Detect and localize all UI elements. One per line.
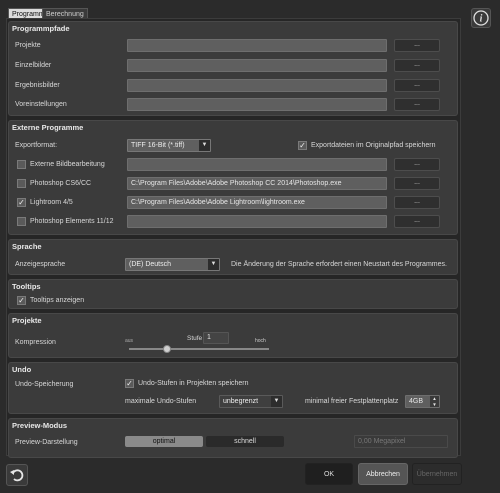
info-button[interactable]: i xyxy=(471,8,491,28)
lightroom-checkbox[interactable]: ✓ xyxy=(17,198,26,207)
section-projekte: Projekte Kompression aus hoch Stufe 1 xyxy=(8,313,458,358)
label-externe-bildbearbeitung: Externe Bildbearbeitung xyxy=(30,161,105,168)
einzelbilder-browse-button[interactable]: ... xyxy=(394,59,440,72)
min-free-space-value: 4GB xyxy=(409,398,424,405)
megapixel-field: 0,00 Megapixel xyxy=(354,435,448,448)
cancel-button[interactable]: Abbrechen xyxy=(358,463,408,485)
exportformat-dropdown[interactable]: TIFF 16-Bit (*.tiff) ▼ xyxy=(127,139,211,152)
section-title: Tooltips xyxy=(12,282,41,291)
section-title: Sprache xyxy=(12,242,42,251)
undo-max-label: maximale Undo-Stufen xyxy=(125,398,197,405)
ok-button[interactable]: OK xyxy=(305,463,353,485)
label-einzelbilder: Einzelbilder xyxy=(15,62,52,69)
stepper-arrows-icon[interactable]: ▲ ▼ xyxy=(430,396,439,407)
export-original-checkbox[interactable]: ✓ xyxy=(298,141,307,150)
compression-slider-track[interactable] xyxy=(129,348,269,350)
externe-bildbearbeitung-browse-button[interactable]: ... xyxy=(394,158,440,171)
section-title: Externe Programme xyxy=(12,123,84,132)
language-value: (DE) Deutsch xyxy=(129,261,172,268)
photoshop-path-field[interactable]: C:\Program Files\Adobe\Adobe Photoshop C… xyxy=(127,177,387,190)
preview-optimal-button[interactable]: optimal xyxy=(125,436,203,447)
section-title: Preview-Modus xyxy=(12,421,68,430)
undo-save-checkbox[interactable]: ✓ xyxy=(125,379,134,388)
tooltips-label: Tooltips anzeigen xyxy=(30,297,85,304)
section-undo: Undo Undo-Speicherung ✓ Undo-Stufen in P… xyxy=(8,362,458,414)
lightroom-browse-button[interactable]: ... xyxy=(394,196,440,209)
section-title: Programmpfade xyxy=(12,24,70,33)
label-lightroom: Lightroom 4/5 xyxy=(30,199,73,206)
language-restart-note: Die Änderung der Sprache erfordert einen… xyxy=(231,261,447,268)
min-free-space-label: minimal freier Festplattenplatz xyxy=(305,398,399,405)
undo-arrow-icon xyxy=(10,469,24,482)
label-anzeigesprache: Anzeigesprache xyxy=(15,261,66,268)
svg-text:i: i xyxy=(480,14,483,25)
chevron-down-icon: ▼ xyxy=(199,140,210,151)
preview-schnell-button[interactable]: schnell xyxy=(206,436,284,447)
einzelbilder-path-field[interactable] xyxy=(127,59,387,72)
externe-bildbearbeitung-path-field[interactable] xyxy=(127,158,387,171)
exportformat-value: TIFF 16-Bit (*.tiff) xyxy=(131,142,185,149)
language-dropdown[interactable]: (DE) Deutsch ▼ xyxy=(125,258,220,271)
photoshop-elements-browse-button[interactable]: ... xyxy=(394,215,440,228)
stufe-value-field[interactable]: 1 xyxy=(203,332,229,344)
label-undo-speicherung: Undo-Speicherung xyxy=(15,381,74,388)
voreinstellungen-path-field[interactable] xyxy=(127,98,387,111)
projekte-path-field[interactable] xyxy=(127,39,387,52)
info-icon: i xyxy=(473,10,489,26)
externe-bildbearbeitung-checkbox[interactable] xyxy=(17,160,26,169)
chevron-down-icon: ▼ xyxy=(208,259,219,270)
label-photoshop-elements: Photoshop Elements 11/12 xyxy=(30,218,114,225)
stufe-label: Stufe xyxy=(187,335,203,342)
lightroom-path-field[interactable]: C:\Program Files\Adobe\Adobe Lightroom\l… xyxy=(127,196,387,209)
section-title: Undo xyxy=(12,365,32,374)
export-original-label: Exportdateien im Originalpfad speichern xyxy=(311,142,436,149)
section-preview-modus: Preview-Modus Preview-Darstellung optima… xyxy=(8,418,458,458)
apply-button[interactable]: Übernehmen xyxy=(412,463,462,485)
projekte-browse-button[interactable]: ... xyxy=(394,39,440,52)
photoshop-browse-button[interactable]: ... xyxy=(394,177,440,190)
label-exportformat: Exportformat: xyxy=(15,142,58,149)
photoshop-elements-path-field[interactable] xyxy=(127,215,387,228)
ergebnisbilder-browse-button[interactable]: ... xyxy=(394,79,440,92)
label-voreinstellungen: Voreinstellungen xyxy=(15,101,67,108)
photoshop-checkbox[interactable] xyxy=(17,179,26,188)
chevron-down-icon: ▼ xyxy=(271,396,282,407)
compression-slider-thumb[interactable] xyxy=(162,345,171,353)
compression-min-label: aus xyxy=(125,338,134,344)
compression-max-label: hoch xyxy=(255,338,266,344)
section-externe-programme: Externe Programme Exportformat: TIFF 16-… xyxy=(8,120,458,235)
section-title: Projekte xyxy=(12,316,42,325)
undo-max-value: unbegrenzt xyxy=(223,398,259,405)
min-free-space-field[interactable]: 4GB ▲ ▼ xyxy=(405,395,440,408)
photoshop-elements-checkbox[interactable] xyxy=(17,217,26,226)
section-sprache: Sprache Anzeigesprache (DE) Deutsch ▼ Di… xyxy=(8,239,458,275)
section-tooltips: Tooltips ✓ Tooltips anzeigen xyxy=(8,279,458,309)
voreinstellungen-browse-button[interactable]: ... xyxy=(394,98,440,111)
label-photoshop: Photoshop CS6/CC xyxy=(30,180,92,187)
megapixel-value: 0,00 Megapixel xyxy=(358,438,406,445)
undo-save-label: Undo-Stufen in Projekten speichern xyxy=(138,380,249,387)
ergebnisbilder-path-field[interactable] xyxy=(127,79,387,92)
label-kompression: Kompression xyxy=(15,339,56,346)
undo-max-dropdown[interactable]: unbegrenzt ▼ xyxy=(219,395,283,408)
label-preview-darstellung: Preview-Darstellung xyxy=(15,439,78,446)
section-programmpfade: Programmpfade Projekte ... Einzelbilder … xyxy=(8,21,458,116)
reset-button[interactable] xyxy=(6,464,28,486)
label-ergebnisbilder: Ergebnisbilder xyxy=(15,82,60,89)
tooltips-checkbox[interactable]: ✓ xyxy=(17,296,26,305)
label-projekte: Projekte xyxy=(15,42,41,49)
